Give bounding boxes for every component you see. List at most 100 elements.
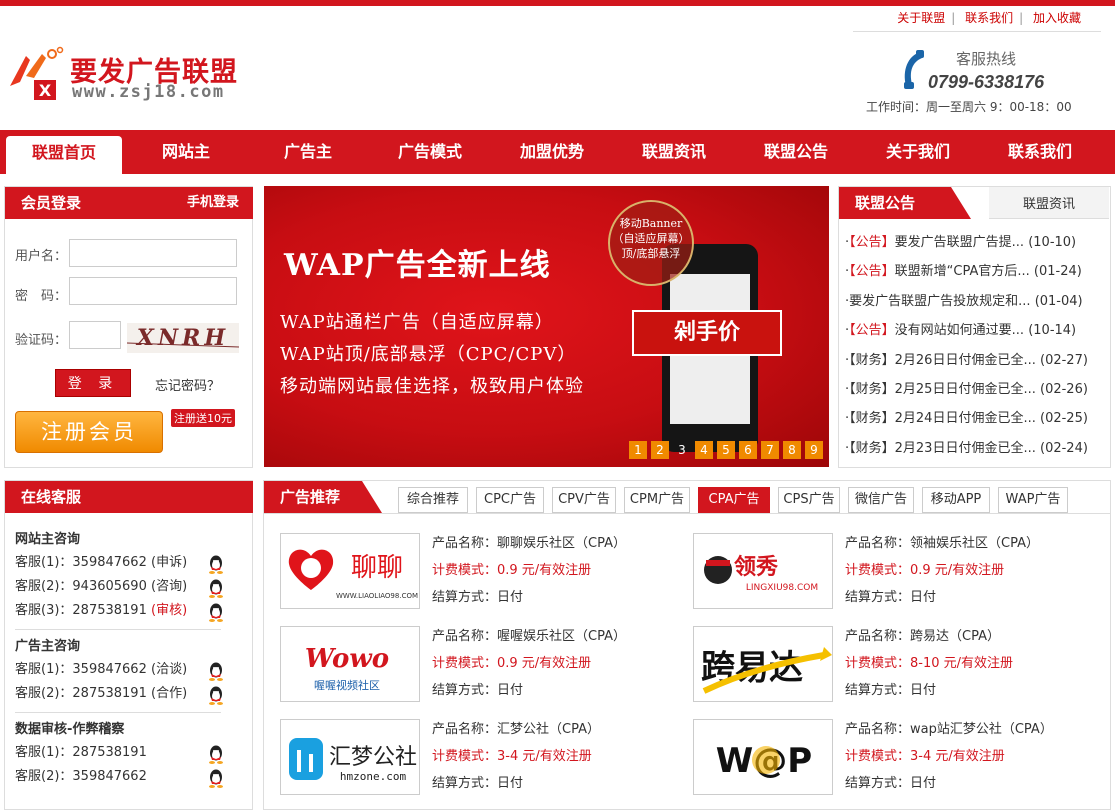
product-name[interactable]: 产品名称：跨易达（CPA） xyxy=(845,626,1013,653)
product-settlement: 结算方式：日付 xyxy=(845,683,937,698)
support-contact[interactable]: 客服(1)：359847662 (申诉) xyxy=(15,551,225,575)
product-fee: 计费模式：0.9 元/有效注册 xyxy=(432,563,592,578)
ad-tab[interactable]: CPC广告 xyxy=(476,487,544,513)
nav-contact[interactable]: 联系我们 xyxy=(982,130,1098,174)
svg-text:聊聊: 聊聊 xyxy=(351,553,403,583)
hotline-label: 客服热线 xyxy=(956,50,1017,68)
notice-item[interactable]: ·【公告】要发广告联盟广告提... (10-10) xyxy=(845,231,1088,260)
svg-text:hmzone.com: hmzone.com xyxy=(340,770,407,783)
register-button[interactable]: 注册会员 xyxy=(15,411,163,453)
product-logo[interactable]: 领秀 LINGXIU98.COM xyxy=(693,533,833,609)
banner-page-8[interactable]: 8 xyxy=(783,441,801,459)
nav-home[interactable]: 联盟首页 xyxy=(6,136,122,174)
banner-page-3[interactable]: 3 xyxy=(673,441,691,459)
nav-advantages[interactable]: 加盟优势 xyxy=(494,130,610,174)
product-name[interactable]: 产品名称：wap站汇梦公社（CPA） xyxy=(845,719,1053,746)
notice-item[interactable]: ·【公告】联盟新增“CPA官方后... (01-24) xyxy=(845,260,1088,289)
ads-title: 广告推荐 xyxy=(264,481,362,513)
ad-tab[interactable]: 综合推荐 xyxy=(398,487,468,513)
product-settlement: 结算方式：日付 xyxy=(432,776,524,791)
notice-item[interactable]: ·【公告】没有网站如何通过要... (10-14) xyxy=(845,319,1088,348)
product-settlement: 结算方式：日付 xyxy=(432,683,524,698)
login-title: 会员登录 xyxy=(21,194,82,212)
notice-list: ·【公告】要发广告联盟广告提... (10-10) ·【公告】联盟新增“CPA官方… xyxy=(845,231,1088,466)
product-logo[interactable]: 聊聊 WWW.LIAOLIAO98.COM xyxy=(280,533,420,609)
nav-about[interactable]: 关于我们 xyxy=(860,130,976,174)
notice-item[interactable]: ·【财务】2月24日日付佣金已全... (02-25) xyxy=(845,407,1088,436)
nav-webmaster[interactable]: 网站主 xyxy=(128,130,244,174)
product-name[interactable]: 产品名称：聊聊娱乐社区（CPA） xyxy=(432,533,626,560)
contact-link[interactable]: 联系我们 xyxy=(965,11,1013,25)
mobile-login-link[interactable]: 手机登录 xyxy=(187,187,239,219)
qq-icon[interactable] xyxy=(207,744,225,764)
product-name[interactable]: 产品名称：领袖娱乐社区（CPA） xyxy=(845,533,1039,560)
banner-page-5[interactable]: 5 xyxy=(717,441,735,459)
forgot-password-link[interactable]: 忘记密码？ xyxy=(155,375,220,394)
phone-icon xyxy=(904,50,924,89)
site-logo[interactable]: X 要发广告联盟 www.zsj18.com xyxy=(6,42,256,104)
product-logo[interactable]: 汇梦公社 hmzone.com xyxy=(280,719,420,795)
product-card: 聊聊 WWW.LIAOLIAO98.COM 产品名称：聊聊娱乐社区（CPA） 计费模式… xyxy=(280,533,690,611)
product-name[interactable]: 产品名称：喔喔娱乐社区（CPA） xyxy=(432,626,626,653)
username-label: 用户名： xyxy=(15,249,68,264)
ad-tab[interactable]: CPS广告 xyxy=(778,487,840,513)
banner-page-6[interactable]: 6 xyxy=(739,441,757,459)
ad-tab[interactable]: CPM广告 xyxy=(624,487,690,513)
login-button[interactable]: 登 录 xyxy=(55,369,131,397)
nav-ad-modes[interactable]: 广告模式 xyxy=(372,130,488,174)
product-settlement: 结算方式：日付 xyxy=(432,590,524,605)
support-contact[interactable]: 客服(2)：943605690 (咨询) xyxy=(15,575,225,599)
banner-page-1[interactable]: 1 xyxy=(629,441,647,459)
support-contact[interactable]: 客服(2)：359847662 xyxy=(15,765,225,789)
banner-page-9[interactable]: 9 xyxy=(805,441,823,459)
notice-item[interactable]: ·【财务】2月23日日付佣金已全... (02-24) xyxy=(845,437,1088,466)
nav-advertiser[interactable]: 广告主 xyxy=(250,130,366,174)
brand-url: www.zsj18.com xyxy=(72,82,225,102)
captcha-input[interactable] xyxy=(69,321,121,349)
product-card: W@P 产品名称：wap站汇梦公社（CPA） 计费模式：3-4 元/有效注册结算方式… xyxy=(693,719,1103,797)
ad-tab[interactable]: 微信广告 xyxy=(848,487,914,513)
nav-news[interactable]: 联盟资讯 xyxy=(616,130,732,174)
support-contact[interactable]: 客服(2)：287538191 (合作) xyxy=(15,682,225,706)
support-contact[interactable]: 客服(1)：359847662 (洽谈) xyxy=(15,658,225,682)
nav-announcements[interactable]: 联盟公告 xyxy=(738,130,854,174)
qq-icon[interactable] xyxy=(207,768,225,788)
password-input[interactable] xyxy=(69,277,237,305)
top-links: 关于联盟 | 联系我们 | 加入收藏 xyxy=(853,6,1101,32)
notice-panel: 联盟公告 联盟资讯 ·【公告】要发广告联盟广告提... (10-10) ·【公告】… xyxy=(838,186,1111,468)
captcha-text: XNRH xyxy=(135,325,229,351)
product-settlement: 结算方式：日付 xyxy=(845,776,937,791)
ad-tab[interactable]: CPV广告 xyxy=(552,487,616,513)
support-contact[interactable]: 客服(1)：287538191 xyxy=(15,741,225,765)
product-logo[interactable]: 跨易达 xyxy=(693,626,833,702)
ad-tab[interactable]: 移动APP xyxy=(922,487,990,513)
qq-icon[interactable] xyxy=(207,602,225,622)
banner-page-2[interactable]: 2 xyxy=(651,441,669,459)
banner-page-7[interactable]: 7 xyxy=(761,441,779,459)
notice-item[interactable]: ·【财务】2月26日日付佣金已全... (02-27) xyxy=(845,349,1088,378)
notice-item[interactable]: ·【财务】2月25日日付佣金已全... (02-26) xyxy=(845,378,1088,407)
about-link[interactable]: 关于联盟 xyxy=(897,11,945,25)
qq-icon[interactable] xyxy=(207,685,225,705)
ad-tab[interactable]: WAP广告 xyxy=(998,487,1068,513)
banner-pager: 123456789 xyxy=(625,441,823,459)
banner-page-4[interactable]: 4 xyxy=(695,441,713,459)
notice-item[interactable]: ·要发广告联盟广告投放规定和... (01-04) xyxy=(845,290,1088,319)
bookmark-link[interactable]: 加入收藏 xyxy=(1033,11,1081,25)
product-logo[interactable]: Wowo 喔喔视频社区 xyxy=(280,626,420,702)
product-name[interactable]: 产品名称：汇梦公社（CPA） xyxy=(432,719,600,746)
tab-news[interactable]: 联盟资讯 xyxy=(989,187,1109,219)
ad-tab[interactable]: CPA广告 xyxy=(698,487,770,513)
support-contact[interactable]: 客服(3)：287538191 (审核) xyxy=(15,599,225,623)
qq-icon[interactable] xyxy=(207,661,225,681)
qq-icon[interactable] xyxy=(207,578,225,598)
promo-banner[interactable]: WAP广告全新上线 WAP站通栏广告（自适应屏幕） WAP站顶/底部悬浮（CPC… xyxy=(264,186,829,467)
tab-announcements[interactable]: 联盟公告 xyxy=(839,187,951,219)
username-input[interactable] xyxy=(69,239,237,267)
captcha-image[interactable]: XNRH xyxy=(127,323,239,353)
support-group-title: 广告主咨询 xyxy=(15,639,81,654)
product-logo[interactable]: W@P xyxy=(693,719,833,795)
banner-line-3: 移动端网站最佳选择，极致用户体验 xyxy=(280,376,584,397)
svg-text:汇梦公社: 汇梦公社 xyxy=(329,745,417,770)
qq-icon[interactable] xyxy=(207,554,225,574)
